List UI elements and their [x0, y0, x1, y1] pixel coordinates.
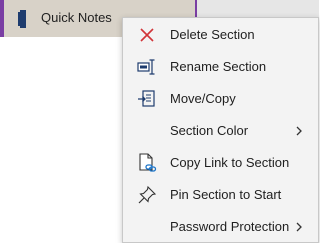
section-tab-label: Quick Notes [41, 10, 112, 25]
menu-item-move-copy[interactable]: Move/Copy [123, 83, 318, 115]
menu-item-pin-section[interactable]: Pin Section to Start [123, 179, 318, 211]
section-context-menu: Delete Section Rename Section Move/Copy … [122, 17, 319, 243]
menu-item-label: Password Protection [170, 219, 290, 234]
menu-item-label: Section Color [170, 123, 249, 138]
menu-item-label: Rename Section [170, 59, 267, 74]
menu-item-rename-section[interactable]: Rename Section [123, 51, 318, 83]
pin-icon [138, 185, 157, 204]
move-copy-icon [138, 90, 155, 107]
menu-item-delete-section[interactable]: Delete Section [123, 19, 318, 51]
section-tab-icon [18, 10, 26, 28]
chevron-right-icon [296, 126, 302, 136]
chevron-right-icon [296, 222, 302, 232]
copy-link-icon [139, 153, 157, 172]
menu-item-label: Move/Copy [170, 91, 236, 106]
menu-item-copy-link[interactable]: Copy Link to Section [123, 147, 318, 179]
menu-item-label: Delete Section [170, 27, 255, 42]
close-icon [140, 28, 154, 42]
menu-item-label: Pin Section to Start [170, 187, 282, 202]
rename-icon [137, 59, 155, 75]
menu-item-label: Copy Link to Section [170, 155, 290, 170]
menu-item-password-protection[interactable]: Password Protection [123, 211, 318, 243]
menu-item-section-color[interactable]: Section Color [123, 115, 318, 147]
